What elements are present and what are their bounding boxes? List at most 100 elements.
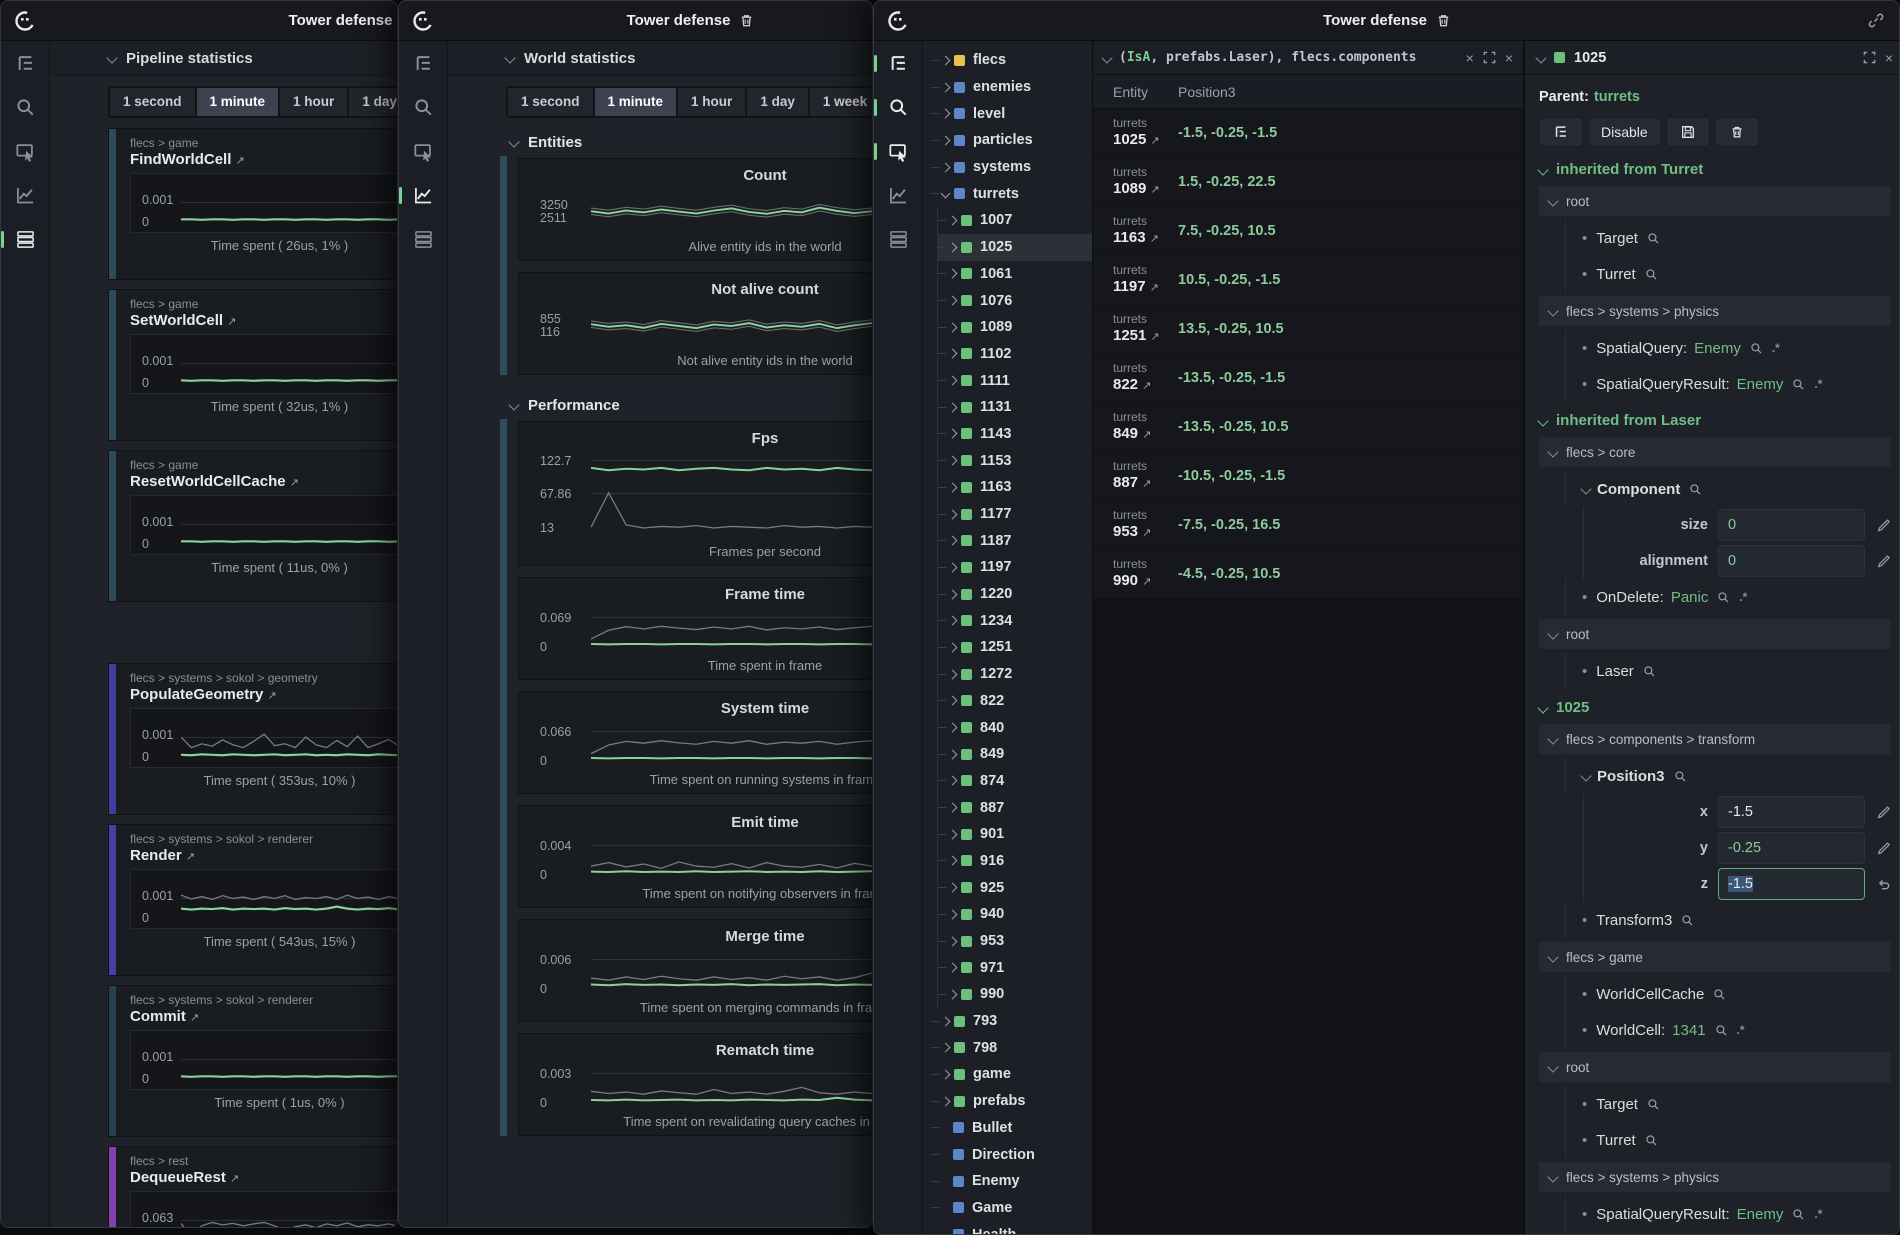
- tree-expand-chevron-icon[interactable]: [948, 456, 958, 466]
- chart-title-link[interactable]: FindWorldCell ↗: [130, 151, 398, 168]
- tree-expand-chevron-icon[interactable]: [948, 669, 958, 679]
- component-expandable-Position3[interactable]: Position3: [1565, 758, 1891, 794]
- tree-item-925[interactable]: 925: [938, 874, 1092, 901]
- tree-item-1143[interactable]: 1143: [938, 421, 1092, 448]
- query-result-row[interactable]: turrets1089 ↗1.5, -0.25, 22.5: [1093, 158, 1523, 207]
- component-target[interactable]: Enemy: [1737, 1206, 1784, 1223]
- tree-item-1187[interactable]: 1187: [938, 527, 1092, 554]
- tree-expand-chevron-icon[interactable]: [948, 562, 958, 572]
- tree-expand-chevron-icon[interactable]: [948, 616, 958, 626]
- tree-item-901[interactable]: 901: [938, 821, 1092, 848]
- entity-id-link[interactable]: 887 ↗: [1113, 474, 1178, 493]
- tab-1-second[interactable]: 1 second: [508, 88, 593, 116]
- tab-1-week[interactable]: 1 week: [810, 88, 873, 116]
- link-icon[interactable]: [1867, 11, 1885, 29]
- tree-item-1007[interactable]: 1007: [938, 207, 1092, 234]
- tree-expand-chevron-icon[interactable]: [948, 963, 958, 973]
- tree-expand-chevron-icon[interactable]: [948, 643, 958, 653]
- search-icon[interactable]: [1689, 483, 1702, 496]
- tree-expand-chevron-icon[interactable]: [948, 936, 958, 946]
- component-expandable-Component[interactable]: Component: [1565, 471, 1891, 507]
- section-header[interactable]: Entities: [500, 128, 873, 156]
- sidebar-tree-icon[interactable]: [1, 41, 49, 85]
- search-icon[interactable]: [1750, 342, 1763, 355]
- entity-id-link[interactable]: 1251 ↗: [1113, 327, 1178, 346]
- tree-item-916[interactable]: 916: [938, 848, 1092, 875]
- tree-item-793[interactable]: 793: [923, 1008, 1092, 1035]
- sidebar-search-icon[interactable]: [1, 85, 49, 129]
- search-icon[interactable]: [1713, 988, 1726, 1001]
- tree-expand-chevron-icon[interactable]: [948, 776, 958, 786]
- tree-expand-chevron-icon[interactable]: [941, 1096, 951, 1106]
- entity-id-link[interactable]: 990 ↗: [1113, 572, 1178, 591]
- sidebar-inspect-icon[interactable]: [874, 129, 922, 173]
- trash-icon[interactable]: [1435, 12, 1452, 29]
- tree-item-level[interactable]: level: [923, 100, 1092, 127]
- tree-expand-chevron-icon[interactable]: [941, 1070, 951, 1080]
- query-result-row[interactable]: turrets1025 ↗-1.5, -0.25, -1.5: [1093, 109, 1523, 158]
- tree-item-1111[interactable]: 1111: [938, 367, 1092, 394]
- entity-id-link[interactable]: 1089 ↗: [1113, 180, 1178, 199]
- query-result-row[interactable]: turrets822 ↗-13.5, -0.25, -1.5: [1093, 354, 1523, 403]
- parent-link[interactable]: turrets: [1594, 89, 1640, 105]
- scope-bar[interactable]: root: [1539, 186, 1891, 216]
- field-input-z[interactable]: -1.5: [1718, 868, 1865, 900]
- tree-item-1153[interactable]: 1153: [938, 447, 1092, 474]
- tree-item-940[interactable]: 940: [938, 901, 1092, 928]
- scope-bar[interactable]: root: [1539, 1052, 1891, 1082]
- tab-1-day[interactable]: 1 day: [349, 88, 398, 116]
- tab-1-minute[interactable]: 1 minute: [197, 88, 279, 116]
- collapse-chevron-icon[interactable]: [1535, 52, 1546, 63]
- tree-item-1234[interactable]: 1234: [938, 607, 1092, 634]
- panel-header-world[interactable]: World statistics: [448, 41, 873, 76]
- tree-expand-chevron-icon[interactable]: [948, 536, 958, 546]
- tree-expand-chevron-icon[interactable]: [948, 909, 958, 919]
- tree-item-particles[interactable]: particles: [923, 127, 1092, 154]
- search-icon[interactable]: [1792, 1208, 1805, 1221]
- tree-expand-chevron-icon[interactable]: [948, 883, 958, 893]
- sidebar-chart-icon[interactable]: [874, 173, 922, 217]
- sidebar-chart-icon[interactable]: [1, 173, 49, 217]
- sidebar-inspect-icon[interactable]: [1, 129, 49, 173]
- tree-expand-chevron-icon[interactable]: [948, 749, 958, 759]
- tree-item-Enemy[interactable]: Enemy: [923, 1168, 1092, 1195]
- tree-item-1025[interactable]: 1025: [938, 234, 1092, 261]
- tree-item-971[interactable]: 971: [938, 954, 1092, 981]
- field-input-alignment[interactable]: 0: [1718, 545, 1865, 577]
- query-result-row[interactable]: turrets849 ↗-13.5, -0.25, 10.5: [1093, 403, 1523, 452]
- tree-expand-chevron-icon[interactable]: [941, 189, 951, 199]
- tree-expand-chevron-icon[interactable]: [948, 482, 958, 492]
- tree-item-systems[interactable]: systems: [923, 154, 1092, 181]
- tree-item-Direction[interactable]: Direction: [923, 1141, 1092, 1168]
- edit-pencil-icon[interactable]: [1865, 841, 1891, 856]
- save-button[interactable]: [1666, 117, 1710, 147]
- query-result-row[interactable]: turrets1163 ↗7.5, -0.25, 10.5: [1093, 207, 1523, 256]
- tree-expand-chevron-icon[interactable]: [948, 989, 958, 999]
- chart-title-link[interactable]: Commit ↗: [130, 1008, 398, 1025]
- search-icon[interactable]: [1681, 914, 1694, 927]
- query-result-row[interactable]: turrets990 ↗-4.5, -0.25, 10.5: [1093, 550, 1523, 599]
- sidebar-table-icon[interactable]: [399, 217, 447, 261]
- chart-title-link[interactable]: ResetWorldCellCache ↗: [130, 473, 398, 490]
- component-target[interactable]: Panic: [1671, 589, 1709, 606]
- scope-bar[interactable]: flecs > game: [1539, 942, 1891, 972]
- scope-bar[interactable]: flecs > components > transform: [1539, 724, 1891, 754]
- tree-item-1102[interactable]: 1102: [938, 341, 1092, 368]
- entity-id-link[interactable]: 1163 ↗: [1113, 229, 1178, 248]
- tree-expand-chevron-icon[interactable]: [948, 402, 958, 412]
- tab-1-hour[interactable]: 1 hour: [280, 88, 347, 116]
- expand-icon[interactable]: [1483, 51, 1496, 64]
- entity-id-link[interactable]: 849 ↗: [1113, 425, 1178, 444]
- delete-button[interactable]: [1715, 117, 1759, 147]
- query-result-row[interactable]: turrets953 ↗-7.5, -0.25, 16.5: [1093, 501, 1523, 550]
- tree-item-flecs[interactable]: flecs: [923, 47, 1092, 74]
- query-expression[interactable]: (IsA, prefabs.Laser), flecs.components: [1119, 50, 1458, 65]
- entity-id-link[interactable]: 822 ↗: [1113, 376, 1178, 395]
- sidebar-table-icon[interactable]: [1, 217, 49, 261]
- sidebar-search-icon[interactable]: [399, 85, 447, 129]
- tree-expand-chevron-icon[interactable]: [948, 829, 958, 839]
- tree-item-798[interactable]: 798: [923, 1034, 1092, 1061]
- tree-expand-chevron-icon[interactable]: [941, 109, 951, 119]
- component-target[interactable]: Enemy: [1694, 340, 1741, 357]
- scope-bar[interactable]: flecs > systems > physics: [1539, 296, 1891, 326]
